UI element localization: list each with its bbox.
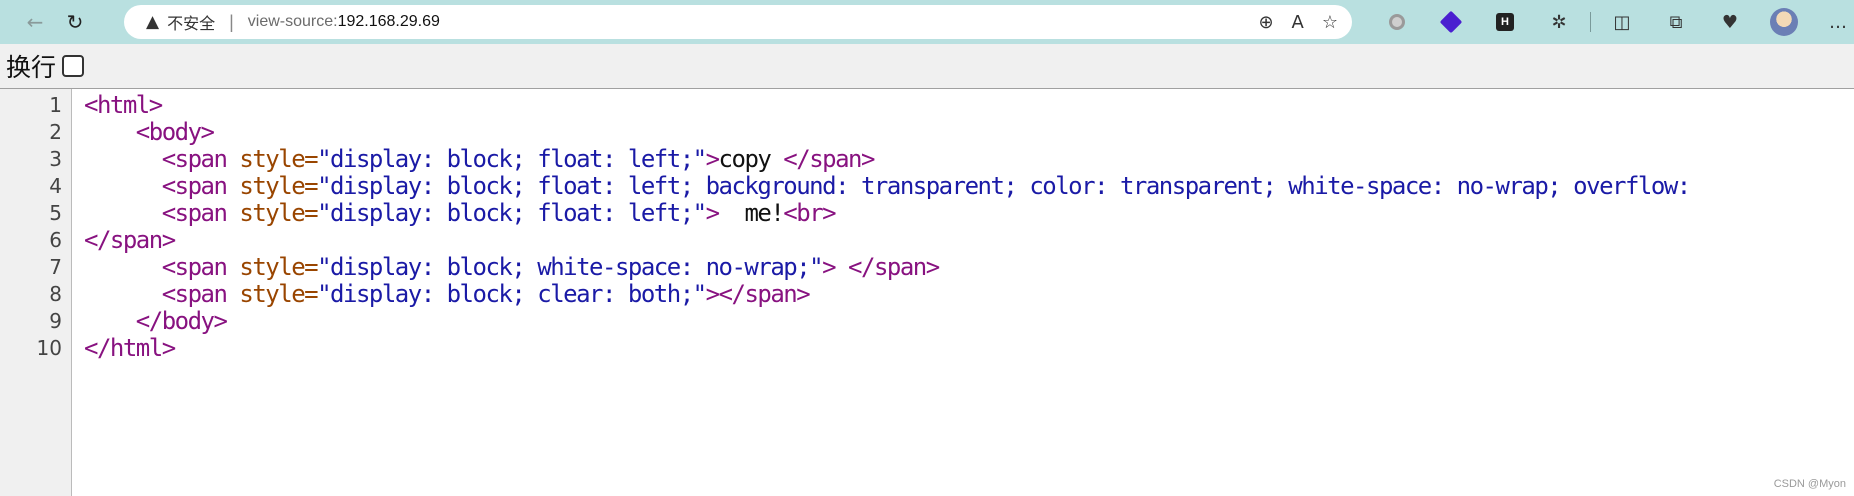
zoom-icon[interactable]: ⊕ bbox=[1258, 12, 1273, 33]
address-actions: ⊕ A ☆ bbox=[1258, 5, 1338, 39]
line-number: 10 bbox=[36, 336, 62, 360]
profile-button[interactable] bbox=[1757, 0, 1811, 44]
code-token-tag: <html> bbox=[84, 91, 163, 119]
diamond-extension-icon bbox=[1439, 10, 1463, 34]
code-token-tag: <span bbox=[161, 199, 240, 227]
code-token-tag: ></span> bbox=[705, 280, 811, 308]
code-token-tag: <span bbox=[161, 172, 240, 200]
browser-essentials-button[interactable]: ♥ bbox=[1703, 0, 1757, 44]
code-token-tag: > </span> bbox=[822, 253, 940, 281]
code-token-val: "display: block; float: left;" bbox=[317, 199, 707, 227]
url-host: 192.168.29.69 bbox=[337, 13, 440, 30]
code-token-attr: style= bbox=[239, 172, 318, 200]
address-separator: | bbox=[229, 11, 234, 32]
back-button[interactable]: ← bbox=[18, 5, 52, 39]
security-label[interactable]: 不安全 bbox=[167, 10, 215, 34]
code-token-tag: <span bbox=[161, 253, 240, 281]
puzzle-icon: ✲ bbox=[1551, 11, 1567, 33]
code-token-val: "display: block; white-space: no-wrap;" bbox=[317, 253, 824, 281]
code-token-tag: > bbox=[705, 199, 720, 227]
more-icon: … bbox=[1829, 11, 1847, 33]
warning-icon[interactable]: ▲ bbox=[146, 12, 159, 32]
source-line: 10 </html> bbox=[0, 332, 1854, 364]
code-token-tag: <span bbox=[161, 145, 240, 173]
collections-icon: ⧉ bbox=[1669, 11, 1683, 33]
line-code: </html> bbox=[84, 332, 176, 364]
address-bar[interactable]: ▲ 不安全 | view-source: 192.168.29.69 ⊕ A ☆ bbox=[124, 5, 1352, 39]
heart-pulse-icon: ♥ bbox=[1721, 11, 1739, 33]
back-arrow-icon: ← bbox=[26, 10, 44, 34]
watermark: CSDN @Myon⁢ bbox=[1773, 478, 1846, 490]
reload-button[interactable]: ↻ bbox=[58, 5, 92, 39]
code-token-tag: </body> bbox=[135, 307, 228, 335]
favorite-star-icon[interactable]: ☆ bbox=[1322, 12, 1338, 33]
url-scheme: view-source: bbox=[247, 13, 338, 30]
read-aloud-icon[interactable]: A bbox=[1292, 12, 1304, 33]
h-extension-icon: H bbox=[1496, 13, 1514, 31]
source-view: 1 <html> 2 <body> 3 <span style="display: b… bbox=[0, 89, 1854, 496]
extension-diamond-button[interactable] bbox=[1424, 0, 1478, 44]
code-token-attr: style= bbox=[239, 253, 318, 281]
collections-button[interactable]: ⧉ bbox=[1649, 0, 1703, 44]
extension-circle-button[interactable] bbox=[1370, 0, 1424, 44]
code-token-val: "display: block; float: left;" bbox=[317, 145, 707, 173]
code-token-val: "display: block; float: left; background… bbox=[317, 172, 1691, 200]
code-token-tag: <span bbox=[161, 280, 240, 308]
extension-h-button[interactable]: H bbox=[1478, 0, 1532, 44]
code-token-val: "display: block; clear: both;" bbox=[317, 280, 707, 308]
code-token-tag: <body> bbox=[135, 118, 215, 146]
line-wrap-bar: 换行 bbox=[0, 44, 1854, 89]
browser-toolbar: ← ↻ ▲ 不安全 | view-source: 192.168.29.69 ⊕ … bbox=[0, 0, 1854, 44]
split-screen-icon: ◫ bbox=[1613, 11, 1631, 33]
reload-icon: ↻ bbox=[66, 10, 84, 34]
extensions-button[interactable]: ✲ bbox=[1532, 0, 1586, 44]
toolbar-divider bbox=[1590, 12, 1591, 32]
code-token-attr: style= bbox=[239, 145, 318, 173]
more-menu-button[interactable]: … bbox=[1811, 0, 1854, 44]
code-token-tag: </span> bbox=[84, 226, 176, 254]
code-token-tag: <br> bbox=[783, 199, 836, 227]
code-token-tag: </html> bbox=[84, 334, 176, 362]
code-token-tag: </span> bbox=[783, 145, 875, 173]
code-token-attr: style= bbox=[239, 199, 318, 227]
avatar bbox=[1770, 8, 1798, 36]
code-token-attr: style= bbox=[239, 280, 318, 308]
code-token-text: copy bbox=[718, 145, 784, 173]
circle-extension-icon bbox=[1389, 14, 1405, 30]
line-wrap-label: 换行 bbox=[6, 53, 57, 82]
extensions-bar: H ✲ ◫ ⧉ ♥ … bbox=[1370, 0, 1854, 44]
line-wrap-checkbox[interactable] bbox=[62, 55, 85, 77]
split-screen-button[interactable]: ◫ bbox=[1595, 0, 1649, 44]
code-token-tag: > bbox=[705, 145, 720, 173]
code-token-text: me! bbox=[718, 199, 784, 227]
